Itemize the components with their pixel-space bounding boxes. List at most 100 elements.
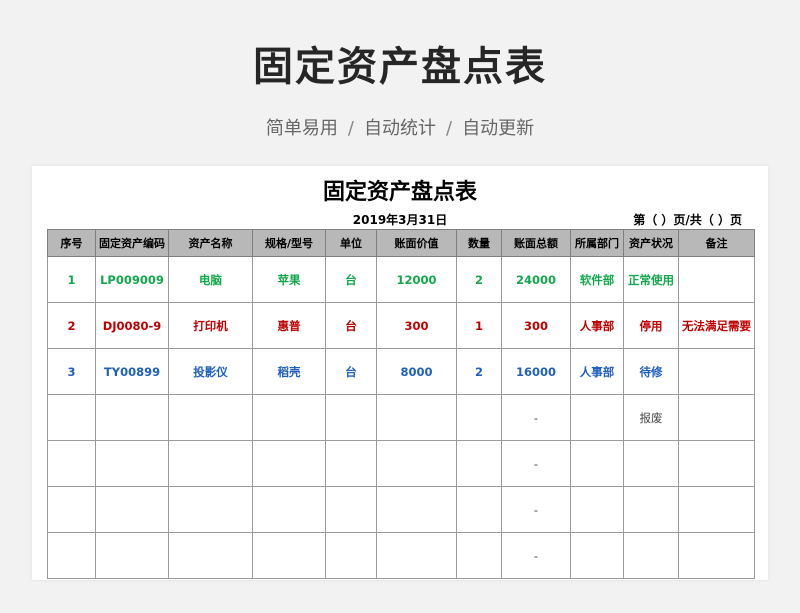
- table-cell[interactable]: 台: [325, 256, 377, 303]
- table-cell[interactable]: [570, 394, 624, 441]
- table-cell[interactable]: 2: [456, 256, 502, 303]
- table-cell[interactable]: 报废: [623, 394, 679, 441]
- table-cell[interactable]: 苹果: [252, 256, 326, 303]
- table-cell[interactable]: [678, 440, 755, 487]
- header-cell: 序号: [47, 229, 96, 257]
- table-cell[interactable]: 台: [325, 302, 377, 349]
- header-cell: 规格/型号: [252, 229, 326, 257]
- header-cell: 账面价值: [376, 229, 457, 257]
- table-cell[interactable]: 软件部: [570, 256, 624, 303]
- table-cell[interactable]: [570, 486, 624, 533]
- subtitle-item: 简单易用: [265, 118, 338, 139]
- table-cell[interactable]: [168, 440, 253, 487]
- table-cell[interactable]: [95, 440, 169, 487]
- table-cell[interactable]: 24000: [501, 256, 571, 303]
- header-cell: 资产状况: [623, 229, 679, 257]
- table-cell[interactable]: [325, 440, 377, 487]
- table-row: - 报废: [47, 394, 755, 441]
- table-cell[interactable]: [168, 486, 253, 533]
- table-cell[interactable]: -: [501, 486, 571, 533]
- table-cell[interactable]: 12000: [376, 256, 457, 303]
- table-cell[interactable]: [47, 486, 96, 533]
- table-cell[interactable]: -: [501, 532, 571, 579]
- table-cell[interactable]: [456, 394, 502, 441]
- table-cell[interactable]: DJ0080-9: [95, 302, 169, 349]
- table-cell[interactable]: 正常使用: [623, 256, 679, 303]
- table-cell[interactable]: 1: [456, 302, 502, 349]
- table-cell[interactable]: [623, 532, 679, 579]
- table-row: 2 DJ0080-9 打印机 惠普台 300 1 300 人事部 停用 无法满足需要: [47, 302, 755, 349]
- table-row: -: [47, 532, 755, 579]
- table-cell[interactable]: [252, 486, 326, 533]
- table-header-row: 序号 固定资产编码 资产名称 规格/型号 单位 账面价值 数量 账面总额 所属部…: [47, 229, 755, 257]
- table-row: -: [47, 440, 755, 487]
- subtitle-item: 自动统计: [364, 118, 436, 139]
- table-cell[interactable]: [47, 440, 96, 487]
- table-cell[interactable]: [678, 394, 755, 441]
- table-cell[interactable]: [678, 348, 755, 395]
- table-cell[interactable]: 300: [376, 302, 457, 349]
- table-cell[interactable]: 人事部: [570, 302, 624, 349]
- table-cell[interactable]: [678, 256, 755, 303]
- table-cell[interactable]: 2: [456, 348, 502, 395]
- header-cell: 数量: [456, 229, 502, 257]
- table-cell[interactable]: [252, 394, 326, 441]
- header-cell: 单位: [325, 229, 377, 257]
- table-cell[interactable]: 打印机: [168, 302, 253, 349]
- table-cell[interactable]: [95, 394, 169, 441]
- subtitle-separator: /: [347, 118, 354, 139]
- table-cell[interactable]: [252, 440, 326, 487]
- table-cell[interactable]: [168, 532, 253, 579]
- table-cell[interactable]: 人事部: [570, 348, 624, 395]
- header-cell: 所属部门: [570, 229, 624, 257]
- table-cell[interactable]: [95, 486, 169, 533]
- subtitle-separator: /: [446, 118, 453, 139]
- table-cell[interactable]: 300: [501, 302, 571, 349]
- table-cell[interactable]: [325, 486, 377, 533]
- table-cell[interactable]: [570, 440, 624, 487]
- table-cell[interactable]: [623, 440, 679, 487]
- table-cell[interactable]: [168, 394, 253, 441]
- table-cell[interactable]: -: [501, 394, 571, 441]
- table-cell[interactable]: [325, 394, 377, 441]
- table-cell[interactable]: [456, 440, 502, 487]
- table-cell[interactable]: 待修: [623, 348, 679, 395]
- table-cell[interactable]: 稻壳: [252, 348, 326, 395]
- sheet-title: 固定资产盘点表: [322, 180, 477, 205]
- table-cell[interactable]: [325, 532, 377, 579]
- table-cell[interactable]: [678, 532, 755, 579]
- table-cell[interactable]: [456, 532, 502, 579]
- table-cell[interactable]: -: [501, 440, 571, 487]
- table-cell[interactable]: 台: [325, 348, 377, 395]
- header-cell: 资产名称: [168, 229, 253, 257]
- table-cell[interactable]: 投影仪: [168, 348, 253, 395]
- table-cell[interactable]: 无法满足需要: [678, 302, 755, 349]
- table-cell[interactable]: [456, 486, 502, 533]
- table-cell[interactable]: 电脑: [168, 256, 253, 303]
- table-cell[interactable]: 2: [47, 302, 96, 349]
- table-row: -: [47, 486, 755, 533]
- table-cell[interactable]: 16000: [501, 348, 571, 395]
- table-cell[interactable]: 8000: [376, 348, 457, 395]
- table-cell[interactable]: [47, 532, 96, 579]
- table-cell[interactable]: LP009009: [95, 256, 169, 303]
- table-cell[interactable]: [95, 532, 169, 579]
- table-cell[interactable]: TY00899: [95, 348, 169, 395]
- table-cell[interactable]: 1: [47, 256, 96, 303]
- page-subtitle: 简单易用 / 自动统计 / 自动更新: [0, 114, 800, 140]
- table-cell[interactable]: [376, 440, 457, 487]
- table-cell[interactable]: [678, 486, 755, 533]
- table-cell[interactable]: [570, 532, 624, 579]
- page-title: 固定资产盘点表: [253, 44, 547, 90]
- header-cell: 账面总额: [501, 229, 571, 257]
- table-cell[interactable]: [47, 394, 96, 441]
- table-cell[interactable]: [376, 394, 457, 441]
- table-cell[interactable]: [252, 532, 326, 579]
- table-cell[interactable]: 3: [47, 348, 96, 395]
- header-cell: 固定资产编码: [95, 229, 169, 257]
- table-cell[interactable]: 停用: [623, 302, 679, 349]
- table-cell[interactable]: [376, 486, 457, 533]
- table-cell[interactable]: [376, 532, 457, 579]
- table-cell[interactable]: [623, 486, 679, 533]
- table-cell[interactable]: 惠普: [252, 302, 326, 349]
